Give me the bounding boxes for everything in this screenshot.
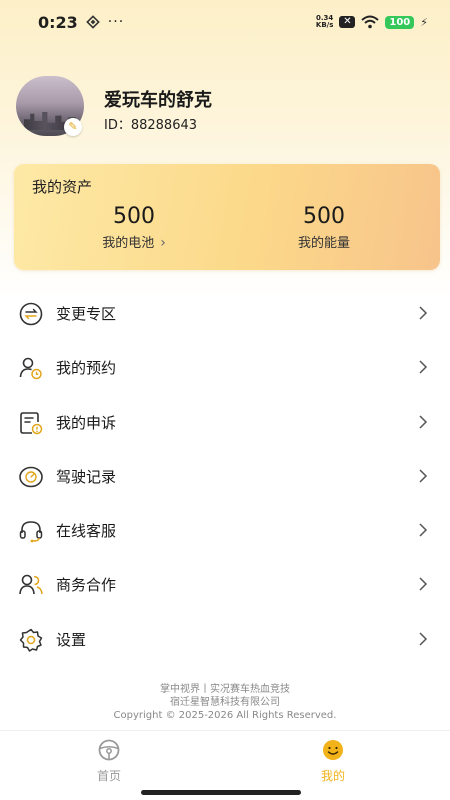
tab-mine-label: 我的 bbox=[320, 769, 345, 783]
user-id: ID：88288643 bbox=[104, 118, 198, 133]
battery-asset[interactable]: 500 我的电池 › bbox=[59, 204, 209, 251]
settings-icon bbox=[19, 628, 43, 652]
menu-label-complaint: 我的申诉 bbox=[56, 413, 117, 432]
wifi-icon bbox=[361, 15, 380, 29]
menu-label-reservation: 我的预约 bbox=[56, 359, 117, 378]
chevron-right-icon bbox=[419, 415, 428, 429]
charging-icon: ⚡ bbox=[420, 15, 428, 29]
complaint-icon bbox=[20, 411, 43, 434]
chevron-right-icon bbox=[419, 632, 428, 646]
menu-item-business[interactable]: 商务合作 bbox=[0, 559, 450, 613]
energy-asset[interactable]: 500 我的能量 bbox=[249, 204, 399, 251]
asset-card: 我的资产 500 我的电池 › 500 我的能量 bbox=[14, 164, 440, 270]
battery-indicator: 100 bbox=[385, 15, 415, 29]
status-more-dots: ··· bbox=[107, 14, 125, 30]
diamond-icon bbox=[86, 15, 100, 29]
menu-item-change[interactable]: 变更专区 bbox=[0, 288, 450, 342]
menu-label-settings: 设置 bbox=[56, 630, 87, 649]
nickname[interactable]: 爱玩车的舒克 bbox=[104, 86, 212, 112]
energy-value: 500 bbox=[303, 204, 345, 229]
user-clock-icon bbox=[19, 357, 42, 380]
menu-item-customer-service[interactable]: 在线客服 bbox=[0, 505, 450, 559]
chevron-right-icon bbox=[419, 523, 428, 537]
chevron-right-icon bbox=[419, 577, 428, 592]
tab-mine[interactable]: 我的 bbox=[293, 739, 373, 784]
energy-label: 我的能量 bbox=[297, 236, 350, 251]
chevron-right-icon bbox=[419, 306, 428, 320]
footer-company: 宿迁星智慧科技有限公司 bbox=[170, 697, 280, 708]
headset-icon bbox=[19, 521, 43, 543]
menu-label-change: 变更专区 bbox=[56, 305, 117, 323]
menu-label-customer-service: 在线客服 bbox=[56, 522, 117, 541]
menu-item-reservation[interactable]: 我的预约 bbox=[0, 342, 450, 396]
tab-home-label: 首页 bbox=[96, 769, 121, 783]
battery-value: 500 bbox=[113, 204, 155, 229]
asset-title: 我的资产 bbox=[32, 178, 93, 196]
profile-section: ✎ 爱玩车的舒克 ID：88288643 bbox=[16, 76, 436, 136]
partners-icon bbox=[19, 575, 43, 595]
steering-wheel-icon bbox=[98, 739, 120, 761]
no-sim-icon: ✕ bbox=[339, 16, 356, 28]
edit-avatar-icon[interactable]: ✎ bbox=[64, 118, 82, 136]
status-time: 0:23 bbox=[38, 12, 78, 32]
menu-label-business: 商务合作 bbox=[56, 576, 117, 595]
footer: 掌中视界丨实况赛车热血竞技 宿迁星智慧科技有限公司 Copyright © 20… bbox=[0, 683, 450, 722]
chevron-right-icon bbox=[419, 469, 428, 483]
footer-slogan: 掌中视界丨实况赛车热血竞技 bbox=[160, 684, 290, 695]
chevron-right-icon: › bbox=[160, 235, 166, 251]
menu-item-complaint[interactable]: 我的申诉 bbox=[0, 397, 450, 451]
tab-home[interactable]: 首页 bbox=[69, 739, 149, 784]
smiley-icon bbox=[323, 740, 343, 760]
battery-label: 我的电池 bbox=[102, 236, 155, 251]
change-icon bbox=[19, 302, 43, 326]
footer-copyright: Copyright © 2025-2026 All Rights Reserve… bbox=[113, 710, 337, 721]
menu-label-driving-record: 驾驶记录 bbox=[56, 467, 117, 486]
chevron-right-icon bbox=[419, 360, 428, 374]
status-bar: 0:23 ··· 0.34 KB/s ✕ 100 ⚡ bbox=[0, 0, 450, 44]
tab-bar: 首页 我的 bbox=[0, 730, 450, 787]
menu-list: 变更专区 我的预约 我的申诉 驾驶记录 在线客服 商务合作 设置 bbox=[0, 288, 450, 668]
menu-item-driving-record[interactable]: 驾驶记录 bbox=[0, 451, 450, 505]
home-indicator bbox=[141, 790, 301, 795]
driving-record-icon bbox=[19, 466, 43, 488]
net-speed: 0.34 KB/s bbox=[315, 14, 334, 29]
menu-item-settings[interactable]: 设置 bbox=[0, 614, 450, 668]
